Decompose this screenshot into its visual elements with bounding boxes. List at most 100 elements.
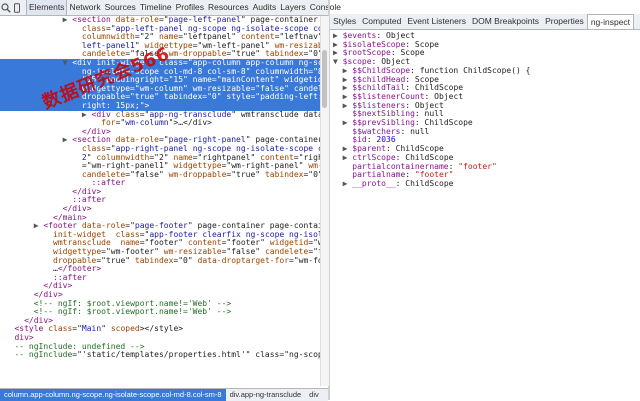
sidebar-tab-ng-inspect[interactable]: ng-inspect [586,14,635,29]
dom-token: wm-column [125,118,169,128]
dom-token: =" [72,324,82,334]
property-key: $$listeners [352,100,406,110]
property-key: $rootScope [342,48,391,58]
dom-token: class [48,324,73,334]
dom-tree-scrollbar-thumb[interactable] [322,50,327,108]
property-key: $$watchers [352,126,401,136]
property-key: $id [352,135,367,145]
dom-token: scoped [110,324,140,334]
devtools-toolbar: Elements Network Sources Timeline Profiles Re… [0,0,341,16]
expand-triangle-icon[interactable]: ▶ [343,144,353,153]
property-key: $$prevSibling [352,118,415,128]
dom-token: ">…</div> [168,118,212,128]
dom-token: <!-- ngIf: $root.viewport.name!='Web' --… [33,307,232,317]
property-value: Object [434,91,464,101]
property-key: $$listenerCount [352,91,425,101]
expand-triangle-icon [343,170,353,179]
expand-triangle-icon[interactable]: ▶ [343,118,353,127]
tab-timeline[interactable]: Timeline [138,0,174,15]
breadcrumb-item[interactable]: column.app-column.ng-scope.ng-isolate-sc… [0,389,226,401]
dom-token: ="true" [226,169,265,179]
tab-profiles[interactable]: Profiles [174,0,206,15]
property-value: ChildScope [414,83,464,93]
breadcrumb-item[interactable]: div.app-ng-transclude [226,389,306,401]
property-value: ChildScope [395,144,444,154]
sidebar-tab-event-listeners[interactable]: Event Listeners [404,14,469,29]
tab-resources[interactable]: Resources [206,0,251,15]
property-key: $$ChildScope [352,65,411,75]
expand-triangle-icon[interactable]: ▶ [343,92,353,101]
property-key: __proto__ [352,178,396,188]
dom-token: ></style> [139,324,184,334]
tab-network[interactable]: Network [67,0,102,15]
expand-triangle-icon [343,135,353,144]
property-key: partialname [352,170,406,180]
dom-token: ="true" [96,255,135,265]
dom-node-line[interactable]: -- ngInclude="'static/templates/properti… [0,350,320,360]
property-key: $$childTail [352,83,406,93]
property-key: $$childHead [352,74,406,84]
sidebar-tab-styles[interactable]: Styles [330,14,359,29]
property-value: Scope [414,39,439,49]
dom-token: ="wm-footer"> [289,255,320,265]
dom-token: tabindex [264,169,304,179]
expand-triangle-icon[interactable]: ▶ [343,101,353,110]
dom-token: data-droptarget-for [197,255,290,265]
dom-token: ="'static/templates/properties.html'" cl… [72,350,320,360]
sidebar-tabs: Styles Computed Event Listeners DOM Breakpo… [330,14,635,29]
dom-token: -- ngInclude [14,350,73,360]
property-key: $parent [352,144,386,154]
expand-triangle-icon[interactable]: ▶ [343,179,353,188]
expand-triangle-icon [343,127,353,136]
dom-token: ="0" [173,255,198,265]
ng-inspect-panel: ▶ $events: Object ▶ $isolateScope: Scope ▶… [333,32,638,392]
search-element-icon[interactable] [1,1,11,14]
property-value: function ChildScope() { [419,65,531,75]
property-key: partialcontainername [352,161,449,171]
tab-audits[interactable]: Audits [251,0,279,15]
dom-token: " [101,324,111,334]
breadcrumb: column.app-column.ng-scope.ng-isolate-sc… [0,388,328,401]
property-key: $scope [342,57,372,67]
dom-token: =" [115,118,126,128]
breadcrumb-item[interactable]: div [305,389,323,401]
property-value: "footer" [458,161,497,171]
tab-console[interactable]: Console [308,0,343,15]
panel-tabs: Elements Network Sources Timeline Profiles Re… [26,0,343,15]
sidebar-tab-computed[interactable]: Computed [359,14,404,29]
sidebar-tab-dom-breakpoints[interactable]: DOM Breakpoints [469,14,542,29]
expand-triangle-icon[interactable]: ▶ [343,75,353,84]
property-value: ChildScope [424,118,473,128]
expand-triangle-icon[interactable]: ▶ [343,153,353,162]
tab-layers[interactable]: Layers [278,0,308,15]
collapse-triangle-icon[interactable]: ▼ [333,57,343,66]
dom-tree[interactable]: ▶ <section data-role="page-left-panel" p… [0,16,320,386]
dom-token: tabindex [134,255,174,265]
property-key: $$nextSibling [352,109,415,119]
tab-elements[interactable]: Elements [26,0,68,15]
property-value: ChildScope [405,178,454,188]
sidebar-tab-properties[interactable]: Properties [542,14,587,29]
scope-property[interactable]: ▶ __proto__: ChildScope [333,178,638,189]
property-value: Object [381,57,411,67]
dom-node-line[interactable]: <style class="Main" scoped></style> [0,325,320,334]
property-value: 2036 [376,135,396,145]
device-mode-icon[interactable] [12,1,22,14]
dom-token: " wmtransclude data-droptarget- [231,109,320,119]
tab-sources[interactable]: Sources [103,0,138,15]
property-value: Object [414,100,444,110]
property-value: "footer" [414,170,454,180]
property-value: null [424,109,444,119]
dom-token: Main [81,324,102,334]
expand-triangle-icon[interactable]: ▶ [343,66,353,75]
property-value: ChildScope [405,152,454,162]
expand-triangle-icon[interactable]: ▶ [343,83,353,92]
dom-token: wm-droppable [168,169,227,179]
expand-triangle-icon[interactable]: ▶ [333,40,343,49]
property-value: Scope [414,74,439,84]
expand-triangle-icon [343,162,353,171]
sidebar-toolbar: Styles Computed Event Listeners DOM Breakpo… [330,14,640,30]
expand-triangle-icon[interactable]: ▶ [333,48,343,58]
dom-token: ="0">…</section> [303,169,320,179]
property-value: Scope [400,48,425,58]
